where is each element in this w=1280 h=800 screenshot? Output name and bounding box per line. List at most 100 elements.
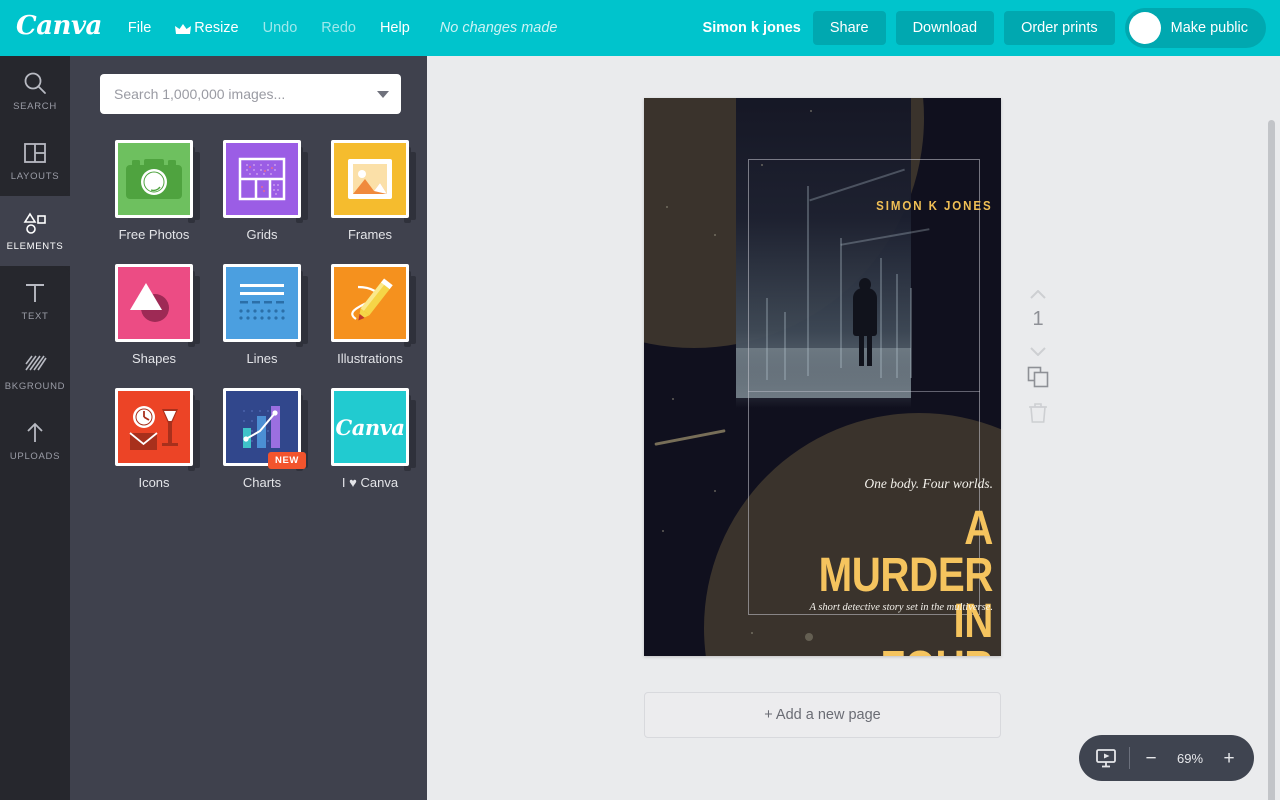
vertical-scrollbar[interactable] bbox=[1268, 120, 1275, 800]
sidebar-item-text-label: TEXT bbox=[21, 311, 48, 322]
grid-icon bbox=[226, 143, 298, 215]
zoom-level: 69% bbox=[1172, 751, 1208, 766]
beam-2 bbox=[807, 186, 809, 376]
make-public-label: Make public bbox=[1171, 20, 1248, 36]
tile-label-illustrations: Illustrations bbox=[337, 351, 403, 366]
tile-icons[interactable] bbox=[115, 388, 193, 466]
toggle-knob bbox=[1129, 12, 1161, 44]
lines-icon bbox=[226, 267, 298, 339]
sidebar-item-text[interactable]: TEXT bbox=[0, 266, 70, 336]
frame-photo-icon bbox=[334, 143, 406, 215]
zoom-divider bbox=[1129, 747, 1130, 769]
tile-cell-frames: Frames bbox=[316, 140, 424, 242]
star-4 bbox=[761, 164, 763, 166]
cover-author[interactable]: SIMON K JONES bbox=[877, 199, 993, 213]
pencil-icon bbox=[334, 267, 406, 339]
comet-streak bbox=[654, 429, 725, 446]
chevron-down-icon[interactable] bbox=[1030, 343, 1046, 352]
tile-label-charts-text: Charts bbox=[243, 475, 281, 490]
beam-8 bbox=[766, 298, 768, 380]
elements-icon bbox=[22, 210, 48, 236]
trash-icon[interactable] bbox=[1027, 402, 1049, 424]
tile-i-love-canva[interactable]: Canva bbox=[331, 388, 409, 466]
tile-label-i-love-canva: I ♥ Canva bbox=[342, 475, 398, 490]
sidebar-item-elements-label: ELEMENTS bbox=[7, 241, 64, 252]
chevron-up-icon[interactable] bbox=[1030, 286, 1046, 295]
tile-grids[interactable] bbox=[223, 140, 301, 218]
tile-charts[interactable]: NEW bbox=[223, 388, 301, 466]
search-bar[interactable] bbox=[100, 74, 401, 114]
text-icon bbox=[22, 280, 48, 306]
sidebar-item-bkground-label: BKGROUND bbox=[5, 381, 66, 392]
menu-item-resize[interactable]: Resize bbox=[163, 14, 250, 42]
new-badge: NEW bbox=[268, 452, 306, 469]
duplicate-page-icon[interactable] bbox=[1027, 366, 1049, 388]
tile-cell-charts: NEW Charts bbox=[208, 388, 316, 490]
app-header: Canva File Resize Undo Redo Help No chan… bbox=[0, 0, 1280, 56]
design-page-wrapper: SIMON K JONES One body. Four worlds. A M… bbox=[644, 98, 1001, 656]
canva-logo[interactable]: Canva bbox=[16, 13, 102, 43]
cover-tagline[interactable]: One body. Four worlds. bbox=[864, 476, 993, 492]
tile-label-charts: Charts bbox=[243, 475, 281, 490]
page-controls: 1 bbox=[1017, 286, 1059, 424]
tile-lines[interactable] bbox=[223, 264, 301, 342]
star-5 bbox=[672, 398, 674, 400]
figure-leg-left bbox=[859, 334, 864, 366]
background-icon bbox=[22, 350, 48, 376]
tile-shapes[interactable] bbox=[115, 264, 193, 342]
person-silhouette bbox=[852, 278, 878, 370]
tile-cell-shapes: Shapes bbox=[100, 264, 208, 366]
download-button[interactable]: Download bbox=[896, 11, 995, 45]
menu-item-help[interactable]: Help bbox=[368, 14, 422, 42]
menu-item-file[interactable]: File bbox=[116, 14, 163, 42]
share-button[interactable]: Share bbox=[813, 11, 886, 45]
city-fade bbox=[736, 348, 911, 408]
star-6 bbox=[714, 490, 716, 492]
zoom-out-button[interactable]: − bbox=[1142, 749, 1160, 768]
tile-label-shapes: Shapes bbox=[132, 351, 176, 366]
sidebar-item-uploads[interactable]: UPLOADS bbox=[0, 406, 70, 476]
menu-item-redo[interactable]: Redo bbox=[309, 14, 368, 42]
star-1 bbox=[810, 110, 812, 112]
shapes-icon bbox=[118, 267, 190, 339]
icons-icon bbox=[118, 391, 190, 463]
menu-item-redo-label: Redo bbox=[321, 20, 356, 36]
tile-free-photos[interactable] bbox=[115, 140, 193, 218]
cover-title[interactable]: A MURDER IN FOUR DIMENSIONS bbox=[791, 506, 993, 656]
zoom-bar: − 69% + bbox=[1079, 735, 1254, 781]
sidebar-item-layouts-label: LAYOUTS bbox=[11, 171, 60, 182]
cover-subtitle[interactable]: A short detective story set in the multi… bbox=[809, 602, 993, 613]
header-actions: Simon k jones Share Download Order print… bbox=[703, 8, 1280, 48]
sidebar-item-elements[interactable]: ELEMENTS bbox=[0, 196, 70, 266]
tile-illustrations[interactable] bbox=[331, 264, 409, 342]
design-page[interactable]: SIMON K JONES One body. Four worlds. A M… bbox=[644, 98, 1001, 656]
canva-wordmark: Canva bbox=[334, 391, 406, 463]
user-name[interactable]: Simon k jones bbox=[703, 20, 801, 36]
star-7 bbox=[662, 530, 664, 532]
tile-frames[interactable] bbox=[331, 140, 409, 218]
page-number: 1 bbox=[1032, 309, 1043, 329]
menu-item-help-label: Help bbox=[380, 20, 410, 36]
sidebar-item-search[interactable]: SEARCH bbox=[0, 56, 70, 126]
make-public-toggle[interactable]: Make public bbox=[1125, 8, 1266, 48]
menu-item-undo[interactable]: Undo bbox=[251, 14, 310, 42]
search-input[interactable] bbox=[114, 86, 377, 102]
tile-cell-free-photos: Free Photos bbox=[100, 140, 208, 242]
order-prints-button[interactable]: Order prints bbox=[1004, 11, 1115, 45]
crown-icon bbox=[175, 23, 189, 33]
star-3 bbox=[714, 234, 716, 236]
cover-title-line-2: FOUR bbox=[791, 646, 993, 656]
tile-label-grids: Grids bbox=[246, 227, 277, 242]
selection-divider bbox=[748, 391, 980, 392]
canva-heart-icon: Canva bbox=[334, 391, 406, 463]
sidebar-item-bkground[interactable]: BKGROUND bbox=[0, 336, 70, 406]
left-icon-rail: SEARCH LAYOUTS ELEMENTS TEXT bbox=[0, 56, 70, 800]
present-icon[interactable] bbox=[1095, 748, 1117, 768]
tile-label-frames: Frames bbox=[348, 227, 392, 242]
tile-cell-lines: Lines bbox=[208, 264, 316, 366]
chevron-down-icon[interactable] bbox=[377, 91, 389, 98]
zoom-in-button[interactable]: + bbox=[1220, 749, 1238, 768]
add-new-page-button[interactable]: + Add a new page bbox=[644, 692, 1001, 738]
tile-cell-i-love-canva: Canva I ♥ Canva bbox=[316, 388, 424, 490]
canvas-area[interactable]: SIMON K JONES One body. Four worlds. A M… bbox=[427, 56, 1280, 800]
